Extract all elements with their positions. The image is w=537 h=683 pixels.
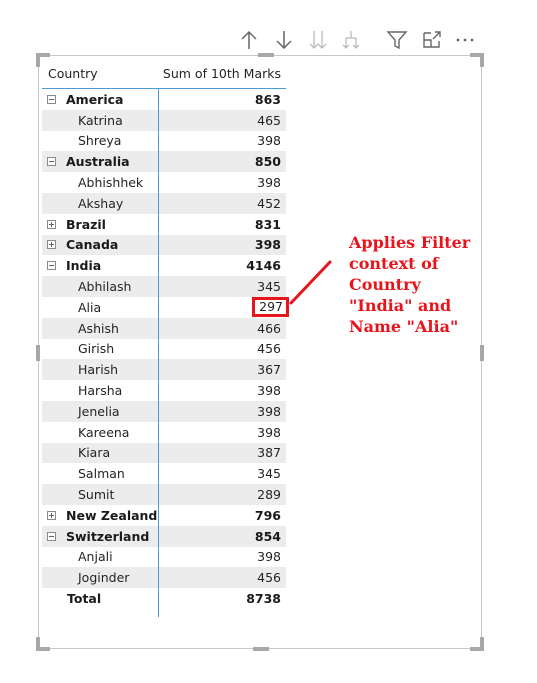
annotation-line: context of <box>349 254 439 273</box>
annotation-line: "India" and <box>349 296 452 315</box>
annotation-text: Applies Filter context of Country "India" a… <box>349 232 489 337</box>
annotation-line: Applies Filter <box>349 233 471 252</box>
annotation-line: Country <box>349 275 421 294</box>
annotation-line: Name "Alia" <box>349 317 459 336</box>
annotation-arrow <box>289 260 332 305</box>
